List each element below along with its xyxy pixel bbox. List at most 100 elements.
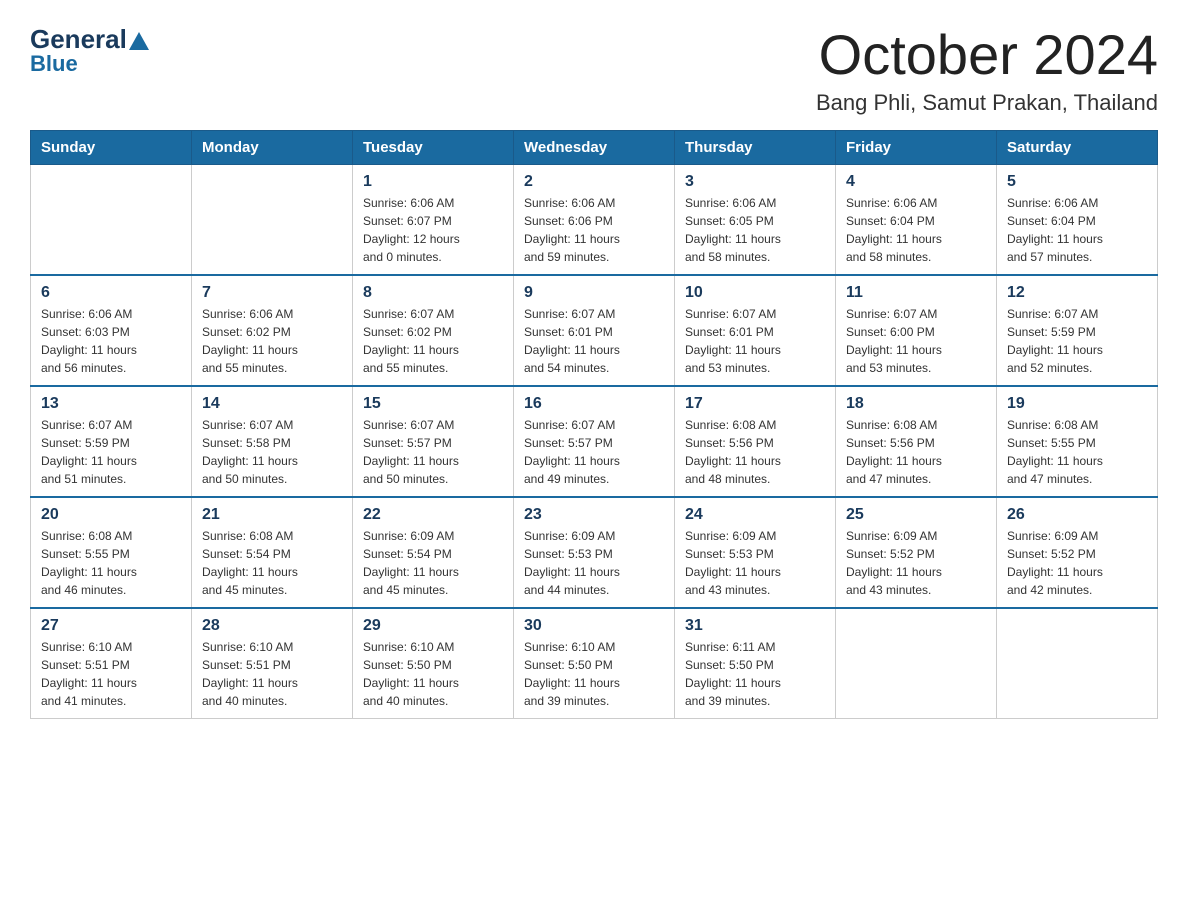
day-info: Sunrise: 6:07 AMSunset: 6:01 PMDaylight:… [524, 305, 664, 377]
calendar-cell: 1 Sunrise: 6:06 AMSunset: 6:07 PMDaylight… [353, 164, 514, 275]
calendar-cell [997, 608, 1158, 719]
calendar-week-2: 13 Sunrise: 6:07 AMSunset: 5:59 PMDayligh… [31, 386, 1158, 497]
day-number: 27 [41, 617, 181, 635]
page-header: General Blue October 2024 Bang Phli, Sam… [30, 24, 1158, 116]
calendar-cell: 15 Sunrise: 6:07 AMSunset: 5:57 PMDayligh… [353, 386, 514, 497]
calendar-week-1: 6 Sunrise: 6:06 AMSunset: 6:03 PMDaylight… [31, 275, 1158, 386]
calendar-cell: 6 Sunrise: 6:06 AMSunset: 6:03 PMDaylight… [31, 275, 192, 386]
logo-blue-label: Blue [30, 51, 78, 76]
header-monday: Monday [192, 130, 353, 164]
calendar-cell [836, 608, 997, 719]
calendar-cell: 20Sunrise: 6:08 AMSunset: 5:55 PMDayligh… [31, 497, 192, 608]
header-wednesday: Wednesday [514, 130, 675, 164]
calendar-cell: 16 Sunrise: 6:07 AMSunset: 5:57 PMDayligh… [514, 386, 675, 497]
day-number: 24 [685, 506, 825, 524]
day-number: 25 [846, 506, 986, 524]
day-info: Sunrise: 6:07 AMSunset: 5:57 PMDaylight:… [524, 416, 664, 488]
calendar-cell: 25 Sunrise: 6:09 AMSunset: 5:52 PMDayligh… [836, 497, 997, 608]
day-info: Sunrise: 6:07 AMSunset: 5:58 PMDaylight:… [202, 416, 342, 488]
day-info: Sunrise: 6:07 AMSunset: 5:59 PMDaylight:… [41, 416, 181, 488]
calendar-cell: 19 Sunrise: 6:08 AMSunset: 5:55 PMDayligh… [997, 386, 1158, 497]
calendar-cell: 4 Sunrise: 6:06 AMSunset: 6:04 PMDaylight… [836, 164, 997, 275]
day-number: 12 [1007, 284, 1147, 302]
day-info: Sunrise: 6:06 AMSunset: 6:04 PMDaylight:… [846, 194, 986, 266]
day-info: Sunrise: 6:11 AMSunset: 5:50 PMDaylight:… [685, 638, 825, 710]
day-info: Sunrise: 6:09 AMSunset: 5:52 PMDaylight:… [846, 527, 986, 599]
day-number: 26 [1007, 506, 1147, 524]
day-info: Sunrise: 6:07 AMSunset: 6:00 PMDaylight:… [846, 305, 986, 377]
day-info: Sunrise: 6:10 AMSunset: 5:50 PMDaylight:… [363, 638, 503, 710]
day-number: 17 [685, 395, 825, 413]
day-info: Sunrise: 6:08 AMSunset: 5:55 PMDaylight:… [41, 527, 181, 599]
day-info: Sunrise: 6:10 AMSunset: 5:50 PMDaylight:… [524, 638, 664, 710]
calendar-cell: 11Sunrise: 6:07 AMSunset: 6:00 PMDayligh… [836, 275, 997, 386]
day-number: 4 [846, 173, 986, 191]
header-sunday: Sunday [31, 130, 192, 164]
day-number: 19 [1007, 395, 1147, 413]
header-thursday: Thursday [675, 130, 836, 164]
calendar-cell: 10 Sunrise: 6:07 AMSunset: 6:01 PMDayligh… [675, 275, 836, 386]
day-info: Sunrise: 6:06 AMSunset: 6:07 PMDaylight:… [363, 194, 503, 266]
day-number: 5 [1007, 173, 1147, 191]
calendar-cell: 5 Sunrise: 6:06 AMSunset: 6:04 PMDaylight… [997, 164, 1158, 275]
calendar-cell: 18 Sunrise: 6:08 AMSunset: 5:56 PMDayligh… [836, 386, 997, 497]
day-number: 31 [685, 617, 825, 635]
day-number: 16 [524, 395, 664, 413]
calendar-cell: 27 Sunrise: 6:10 AMSunset: 5:51 PMDayligh… [31, 608, 192, 719]
calendar-cell [31, 164, 192, 275]
calendar-week-3: 20Sunrise: 6:08 AMSunset: 5:55 PMDayligh… [31, 497, 1158, 608]
day-info: Sunrise: 6:06 AMSunset: 6:03 PMDaylight:… [41, 305, 181, 377]
logo-triangle-icon [129, 32, 149, 50]
day-number: 21 [202, 506, 342, 524]
day-info: Sunrise: 6:08 AMSunset: 5:55 PMDaylight:… [1007, 416, 1147, 488]
day-number: 1 [363, 173, 503, 191]
day-info: Sunrise: 6:10 AMSunset: 5:51 PMDaylight:… [41, 638, 181, 710]
day-number: 14 [202, 395, 342, 413]
day-info: Sunrise: 6:08 AMSunset: 5:56 PMDaylight:… [846, 416, 986, 488]
header-saturday: Saturday [997, 130, 1158, 164]
day-number: 7 [202, 284, 342, 302]
day-number: 6 [41, 284, 181, 302]
day-info: Sunrise: 6:07 AMSunset: 5:57 PMDaylight:… [363, 416, 503, 488]
day-number: 29 [363, 617, 503, 635]
day-info: Sunrise: 6:06 AMSunset: 6:04 PMDaylight:… [1007, 194, 1147, 266]
day-number: 3 [685, 173, 825, 191]
day-info: Sunrise: 6:08 AMSunset: 5:54 PMDaylight:… [202, 527, 342, 599]
calendar-cell [192, 164, 353, 275]
day-info: Sunrise: 6:07 AMSunset: 6:01 PMDaylight:… [685, 305, 825, 377]
day-info: Sunrise: 6:09 AMSunset: 5:53 PMDaylight:… [524, 527, 664, 599]
calendar-week-4: 27 Sunrise: 6:10 AMSunset: 5:51 PMDayligh… [31, 608, 1158, 719]
day-info: Sunrise: 6:10 AMSunset: 5:51 PMDaylight:… [202, 638, 342, 710]
header-row: SundayMondayTuesdayWednesdayThursdayFrid… [31, 130, 1158, 164]
calendar-cell: 12 Sunrise: 6:07 AMSunset: 5:59 PMDayligh… [997, 275, 1158, 386]
calendar-cell: 24 Sunrise: 6:09 AMSunset: 5:53 PMDayligh… [675, 497, 836, 608]
day-number: 9 [524, 284, 664, 302]
day-info: Sunrise: 6:06 AMSunset: 6:05 PMDaylight:… [685, 194, 825, 266]
day-info: Sunrise: 6:07 AMSunset: 5:59 PMDaylight:… [1007, 305, 1147, 377]
day-info: Sunrise: 6:07 AMSunset: 6:02 PMDaylight:… [363, 305, 503, 377]
day-number: 28 [202, 617, 342, 635]
calendar-week-0: 1 Sunrise: 6:06 AMSunset: 6:07 PMDaylight… [31, 164, 1158, 275]
calendar-cell: 9 Sunrise: 6:07 AMSunset: 6:01 PMDaylight… [514, 275, 675, 386]
day-number: 30 [524, 617, 664, 635]
day-info: Sunrise: 6:06 AMSunset: 6:02 PMDaylight:… [202, 305, 342, 377]
day-number: 18 [846, 395, 986, 413]
calendar-cell: 22Sunrise: 6:09 AMSunset: 5:54 PMDayligh… [353, 497, 514, 608]
day-info: Sunrise: 6:09 AMSunset: 5:53 PMDaylight:… [685, 527, 825, 599]
calendar-cell: 29 Sunrise: 6:10 AMSunset: 5:50 PMDayligh… [353, 608, 514, 719]
header-tuesday: Tuesday [353, 130, 514, 164]
calendar-cell: 7 Sunrise: 6:06 AMSunset: 6:02 PMDaylight… [192, 275, 353, 386]
day-number: 13 [41, 395, 181, 413]
logo: General Blue [30, 24, 149, 77]
calendar-body: 1 Sunrise: 6:06 AMSunset: 6:07 PMDaylight… [31, 164, 1158, 718]
day-number: 15 [363, 395, 503, 413]
day-info: Sunrise: 6:06 AMSunset: 6:06 PMDaylight:… [524, 194, 664, 266]
day-info: Sunrise: 6:08 AMSunset: 5:56 PMDaylight:… [685, 416, 825, 488]
calendar-cell: 2Sunrise: 6:06 AMSunset: 6:06 PMDaylight… [514, 164, 675, 275]
calendar-cell: 31 Sunrise: 6:11 AMSunset: 5:50 PMDayligh… [675, 608, 836, 719]
calendar-header: SundayMondayTuesdayWednesdayThursdayFrid… [31, 130, 1158, 164]
day-number: 10 [685, 284, 825, 302]
calendar-cell: 13 Sunrise: 6:07 AMSunset: 5:59 PMDayligh… [31, 386, 192, 497]
day-info: Sunrise: 6:09 AMSunset: 5:52 PMDaylight:… [1007, 527, 1147, 599]
calendar-cell: 17 Sunrise: 6:08 AMSunset: 5:56 PMDayligh… [675, 386, 836, 497]
